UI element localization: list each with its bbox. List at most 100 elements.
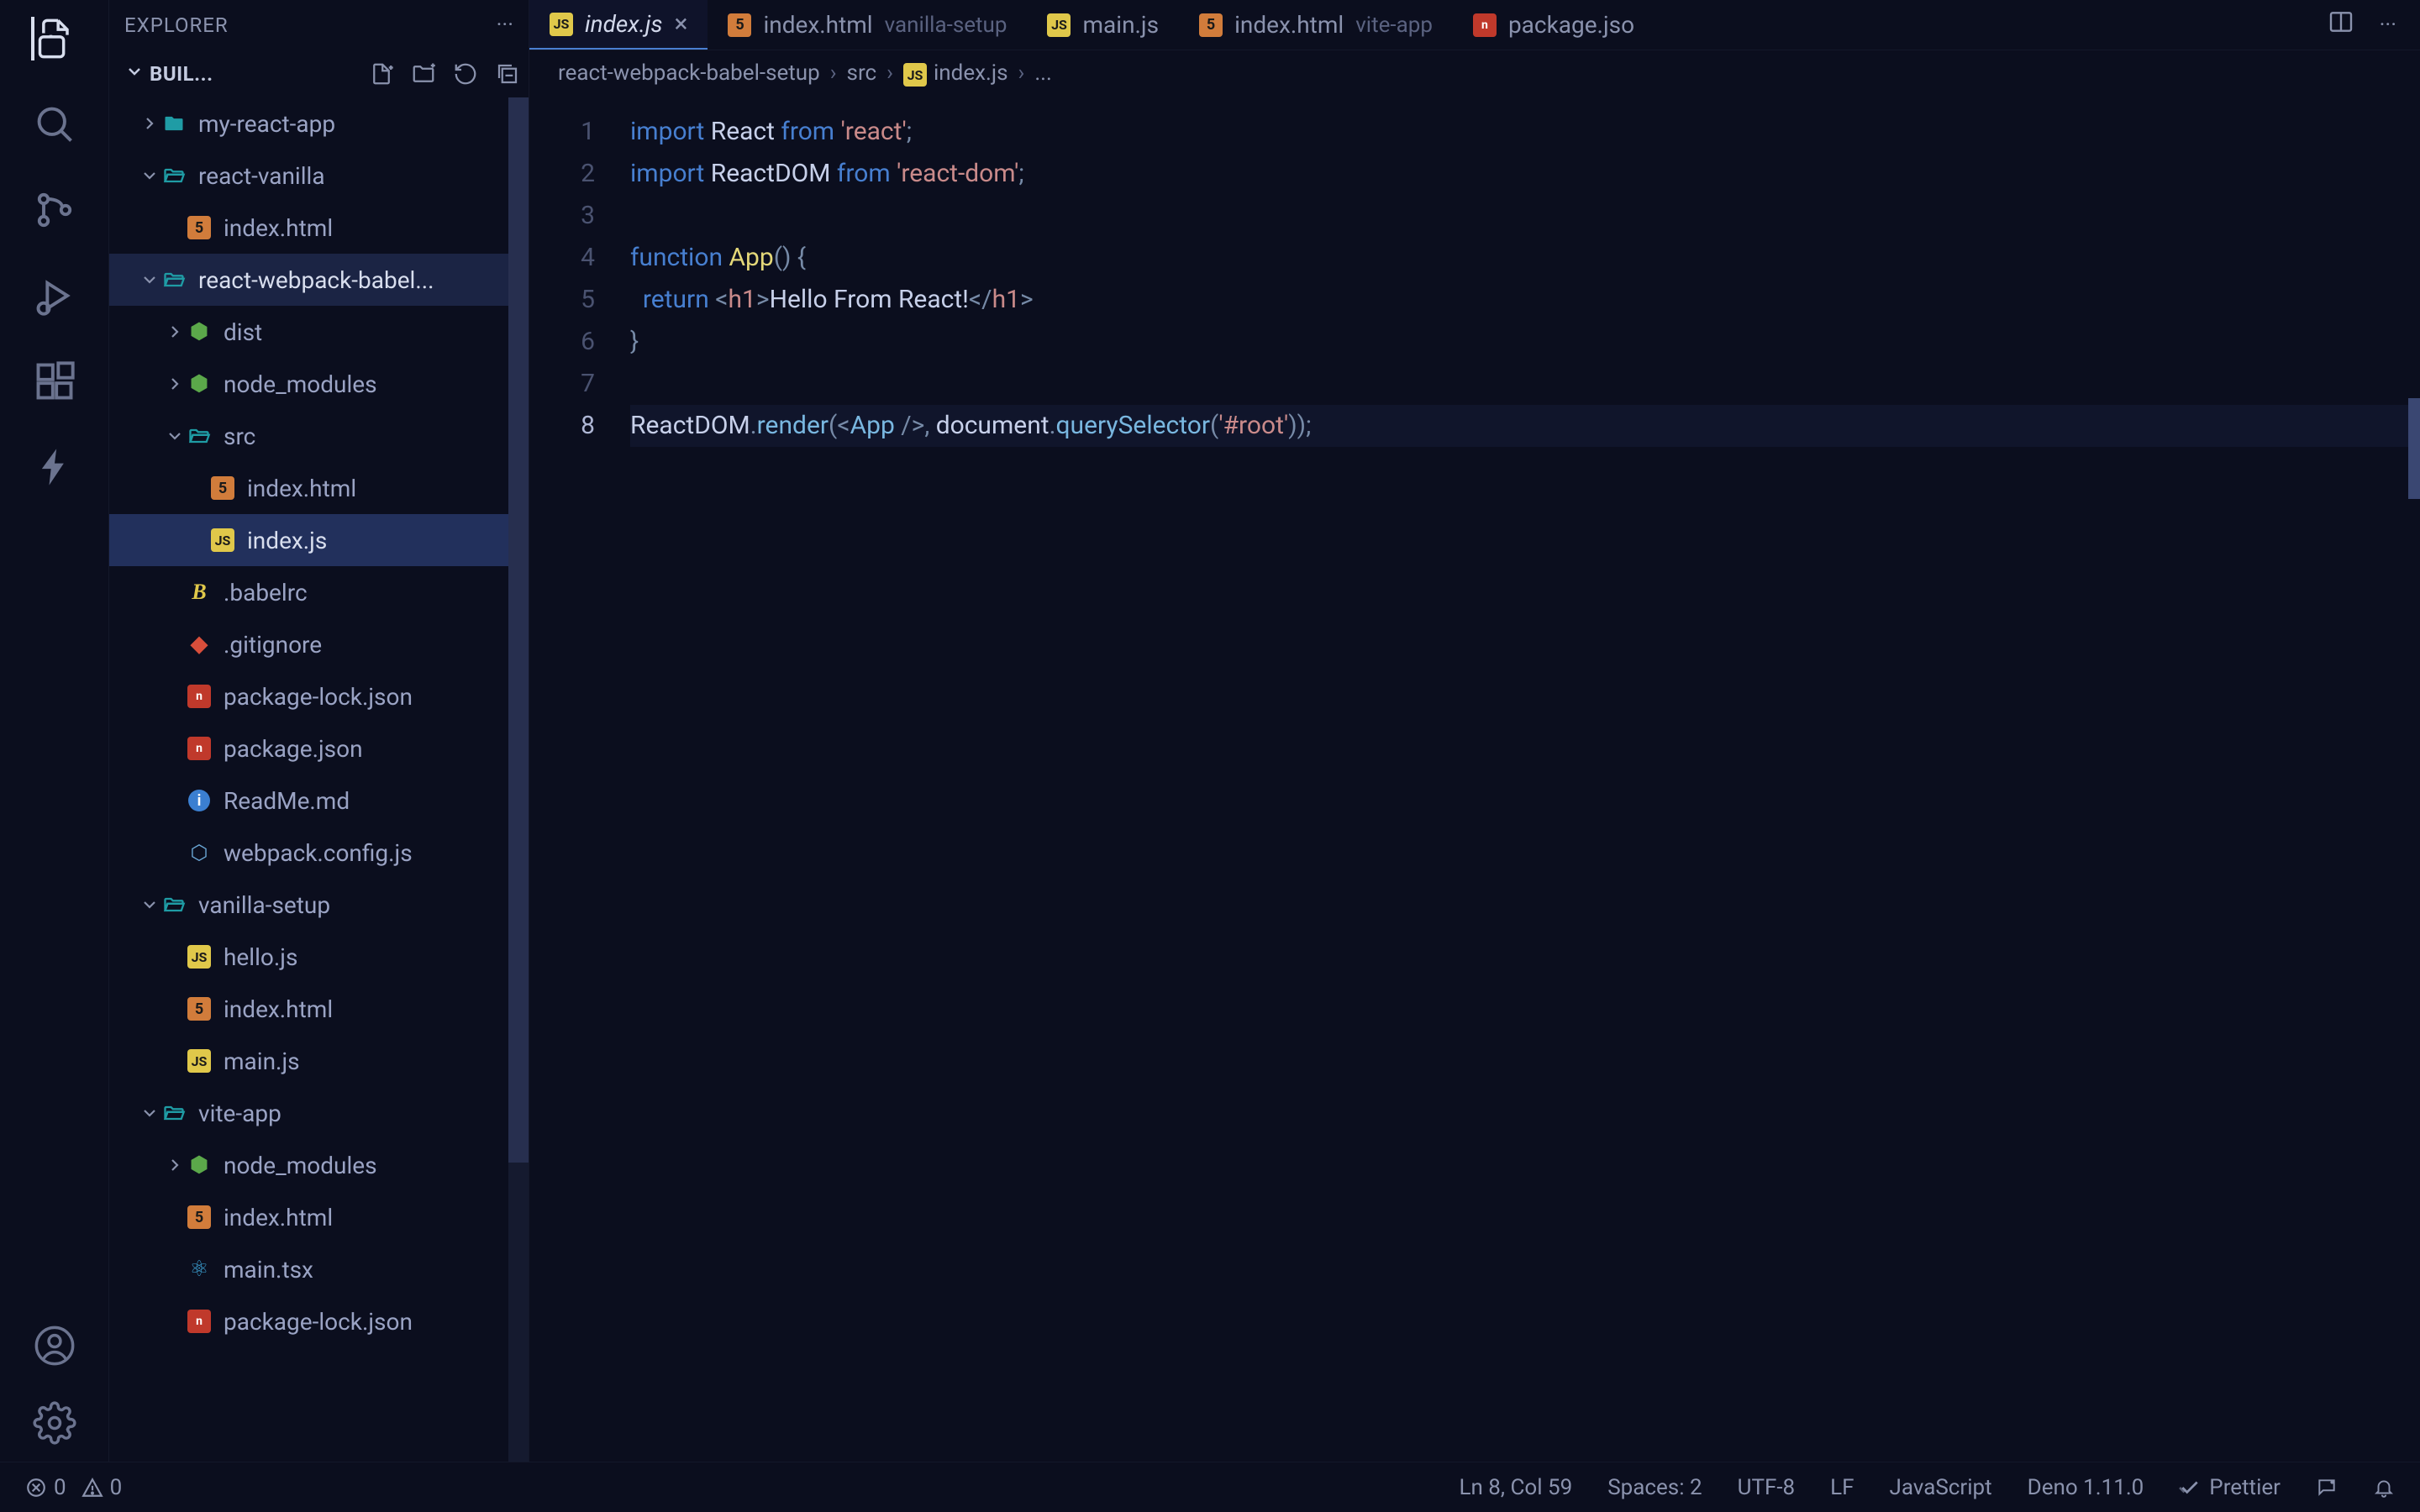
minimap-viewport[interactable] [2408,398,2420,499]
status-eol[interactable]: LF [1830,1475,1854,1500]
code-line[interactable] [630,195,2420,237]
section-actions [369,61,520,87]
tree-folder[interactable]: react-vanilla [109,150,529,202]
settings-gear-icon[interactable] [33,1401,76,1445]
tree-file[interactable]: iReadMe.md [109,774,529,827]
tree-folder[interactable]: ⬢node_modules [109,358,529,410]
tree-item-label: webpack.config.js [224,839,413,867]
tree-folder[interactable]: vanilla-setup [109,879,529,931]
tree-file[interactable]: B.babelrc [109,566,529,618]
new-file-icon[interactable] [369,61,394,87]
tree-folder[interactable]: ⬢dist [109,306,529,358]
tree-item-label: src [224,423,255,450]
folder-icon: ⬢ [187,1152,212,1178]
tree-file[interactable]: ⬡webpack.config.js [109,827,529,879]
tree-folder[interactable]: ⬢node_modules [109,1139,529,1191]
tree-folder[interactable]: vite-app [109,1087,529,1139]
code-line[interactable]: import React from 'react'; [630,111,2420,153]
breadcrumb[interactable]: react-webpack-babel-setup›src›JSindex.js… [529,50,2420,96]
tree-file[interactable]: 5index.html [109,462,529,514]
status-feedback-icon[interactable] [2316,1477,2338,1499]
file-tree[interactable]: my-react-appreact-vanilla5index.htmlreac… [109,97,529,1512]
refresh-icon[interactable] [453,61,478,87]
breadcrumb-item[interactable]: ... [1034,60,1052,86]
tree-folder[interactable]: react-webpack-babel... [109,254,529,306]
section-header[interactable]: BUIL... [109,50,529,97]
tab[interactable]: npackage.jso [1453,0,1655,50]
breadcrumb-item[interactable]: react-webpack-babel-setup [558,60,820,86]
react-icon: ⚛ [187,1257,212,1282]
status-cursor[interactable]: Ln 8, Col 59 [1459,1475,1572,1500]
status-spaces[interactable]: Spaces: 2 [1607,1475,1702,1500]
tab[interactable]: JSindex.js× [529,0,708,50]
tree-file[interactable]: JShello.js [109,931,529,983]
code-line[interactable]: } [630,321,2420,363]
folder-open-icon [161,892,187,917]
babel-icon: B [187,580,212,605]
new-folder-icon[interactable] [411,61,436,87]
tree-scrollbar[interactable] [508,97,529,1463]
extensions-icon[interactable] [33,360,76,403]
run-debug-icon[interactable] [33,274,76,318]
js-icon: JS [187,1048,212,1074]
code-line[interactable]: ReactDOM.render(<App />, document.queryS… [630,405,2420,447]
chevron-down-icon [138,270,161,290]
js-icon: JS [903,63,923,83]
tree-file[interactable]: ◆.gitignore [109,618,529,670]
tree-file[interactable]: 5index.html [109,983,529,1035]
editor[interactable]: 12345678 import React from 'react';impor… [529,96,2420,1512]
tree-file[interactable]: ⚛main.tsx [109,1243,529,1295]
tree-item-label: main.js [224,1047,300,1075]
folder-open-icon [161,267,187,292]
tree-file[interactable]: 5index.html [109,202,529,254]
tree-file[interactable]: JSindex.js [109,514,529,566]
tree-file[interactable]: npackage-lock.json [109,670,529,722]
tab[interactable]: 5index.htmlvanilla-setup [708,0,1027,50]
tree-file[interactable]: 5index.html [109,1191,529,1243]
tree-file[interactable]: npackage-lock.json [109,1295,529,1347]
code-line[interactable]: function App() { [630,237,2420,279]
html-icon: 5 [1199,13,1223,37]
js-icon: JS [550,13,573,36]
tree-file[interactable]: npackage.json [109,722,529,774]
search-icon[interactable] [33,102,76,146]
status-prettier[interactable]: Prettier [2179,1475,2281,1500]
tree-item-label: my-react-app [198,110,335,138]
tree-folder[interactable]: src [109,410,529,462]
tree-item-label: react-webpack-babel... [198,266,434,294]
tab-sublabel: vite-app [1355,13,1433,38]
code-content[interactable]: import React from 'react';import ReactDO… [630,96,2420,1512]
status-errors[interactable]: 0 [25,1475,66,1500]
close-icon[interactable]: × [674,9,687,39]
more-icon[interactable]: ··· [2380,13,2396,38]
code-line[interactable]: return <h1>Hello From React!</h1> [630,279,2420,321]
tree-folder[interactable]: my-react-app [109,97,529,150]
tab[interactable]: 5 index.html vite-app [1179,0,1453,50]
status-warnings[interactable]: 0 [82,1475,123,1500]
sidebar-title: EXPLORER [124,13,229,37]
sidebar-more-icon[interactable]: ··· [497,13,513,38]
sidebar-header: EXPLORER ··· [109,0,529,50]
chevron-down-icon [138,895,161,915]
status-encoding[interactable]: UTF-8 [1738,1475,1796,1500]
tree-item-label: index.html [224,995,333,1023]
bolt-icon[interactable] [33,445,76,489]
explorer-icon[interactable] [31,17,78,60]
code-line[interactable] [630,363,2420,405]
tab-label: index.html [1234,11,1344,39]
breadcrumb-item[interactable]: src [847,60,877,86]
chevron-right-icon [163,1155,187,1175]
collapse-all-icon[interactable] [495,61,520,87]
breadcrumb-item[interactable]: index.js [934,60,1008,86]
split-editor-icon[interactable] [2328,8,2354,41]
status-bell-icon[interactable] [2373,1477,2395,1499]
source-control-icon[interactable] [33,188,76,232]
account-icon[interactable] [33,1324,76,1368]
status-language[interactable]: JavaScript [1890,1475,1992,1500]
code-line[interactable]: import ReactDOM from 'react-dom'; [630,153,2420,195]
tree-item-label: vanilla-setup [198,891,330,919]
tab[interactable]: JSmain.js [1027,0,1179,50]
status-runtime[interactable]: Deno 1.11.0 [2028,1475,2144,1500]
tree-file[interactable]: JS main.js [109,1035,529,1087]
tree-item-label: dist [224,318,262,346]
